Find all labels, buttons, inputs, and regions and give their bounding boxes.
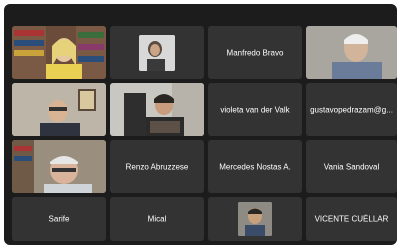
participant-video-woman-chair [110, 83, 204, 136]
participant-tile[interactable]: Mercedes Nostas A. [208, 140, 302, 193]
participant-name: Mical [147, 214, 167, 224]
participant-name: Sarife [48, 214, 70, 224]
participant-video-tile[interactable] [110, 83, 204, 136]
participant-name: gustavopedrazam@g... [310, 105, 393, 114]
participant-video-tile-active-speaker[interactable] [12, 83, 106, 136]
participant-avatar [139, 34, 175, 71]
participant-name: Manfredo Bravo [226, 48, 284, 57]
participant-video-man-room [12, 83, 106, 136]
participant-video-woman-bookshelf [12, 26, 106, 79]
participant-tile[interactable]: gustavopedrazam@g... [306, 83, 397, 136]
participant-video-tile[interactable] [12, 26, 106, 79]
meeting-gallery-view: Manfredo Bravo violeta van der Valk gust… [4, 4, 397, 245]
participant-video-man-glasses [12, 140, 106, 193]
participant-tile[interactable]: Manfredo Bravo [208, 26, 302, 79]
participant-name: Mercedes Nostas A. [219, 162, 291, 171]
participant-photo-tile[interactable] [110, 26, 204, 79]
participant-photo-tile[interactable] [208, 197, 302, 241]
participant-video-older-man [306, 26, 397, 79]
participant-name: Renzo Abruzzese [125, 162, 189, 171]
participant-tile[interactable]: Vania Sandoval [306, 140, 397, 193]
participant-tile[interactable]: VICENTE CUÉLLAR [306, 197, 397, 241]
participant-video-tile[interactable] [306, 26, 397, 79]
participant-tile[interactable]: Mical [110, 197, 204, 241]
participant-tile[interactable]: violeta van der Valk [208, 83, 302, 136]
participant-avatar [238, 202, 272, 236]
participant-tile[interactable]: Sarife [12, 197, 106, 241]
participant-video-tile[interactable] [12, 140, 106, 193]
participant-name: violeta van der Valk [220, 105, 290, 114]
participant-name: Vania Sandoval [323, 162, 380, 171]
participant-name: VICENTE CUÉLLAR [314, 214, 389, 224]
participant-tile[interactable]: Renzo Abruzzese [110, 140, 204, 193]
